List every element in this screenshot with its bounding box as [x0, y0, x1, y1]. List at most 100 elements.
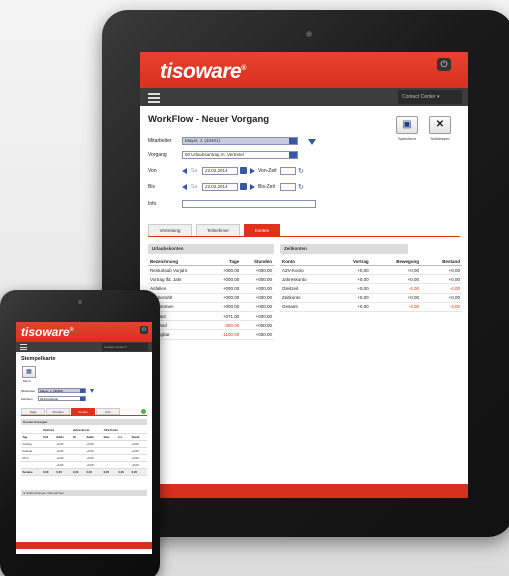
- vorgang-select[interactable]: 60 Urlaubsantrag m. Vertreter: [182, 151, 298, 159]
- column-header: Ist: [71, 433, 85, 441]
- chevron-down-icon: [289, 138, 297, 144]
- zeitraum-select[interactable]: 2014 Februar: [38, 396, 86, 401]
- bis-zeit-input[interactable]: [280, 183, 296, 191]
- table-row: Verfügbar-1100.00+000.00: [148, 329, 274, 340]
- hamburger-menu-icon[interactable]: [148, 93, 160, 103]
- table-row: Zeitkonto +0,00 +0,00 +0,00: [280, 293, 462, 303]
- tisoware-logo: tisoware®: [21, 325, 74, 339]
- tab-konten[interactable]: Konten: [244, 224, 280, 236]
- urlaubskonten-table: Bezeichnung Tage Stunden Resturlaub Vorj…: [148, 258, 274, 340]
- chevron-down-icon: [80, 397, 85, 401]
- tablet-camera: [306, 31, 312, 37]
- bis-date-input[interactable]: 22.02.2014: [202, 183, 238, 191]
- calendar-icon[interactable]: [240, 167, 247, 174]
- column-header: Saldo: [54, 433, 72, 441]
- app-footer: [140, 484, 468, 498]
- clock-icon[interactable]: ↻: [298, 167, 304, 175]
- menu-button[interactable]: ▦: [22, 366, 36, 378]
- column-header: Tag: [21, 433, 42, 441]
- tab-antraege[interactable]: Antr.: [96, 408, 120, 415]
- calendar-icon[interactable]: [240, 183, 247, 190]
- table-row: Mo 1 +0,00 +0,00 +0,00: [21, 454, 147, 462]
- previous-day-icon[interactable]: [182, 168, 187, 174]
- user-menu[interactable]: Contact Center ▾: [102, 343, 148, 351]
- tab-underline: [148, 236, 460, 237]
- table-row: Gleitzeit +0,00 -4,00 -4,00: [280, 283, 462, 294]
- user-menu[interactable]: Contact Center ▾: [398, 90, 462, 104]
- mitarbeiter-select[interactable]: Mayer, J. (40401): [38, 388, 86, 393]
- phone-camera: [78, 300, 82, 304]
- page-title: Stempelkarte: [21, 356, 56, 362]
- column-header: Stunden: [241, 258, 274, 266]
- info-input[interactable]: [182, 200, 316, 208]
- tablet-screen: tisoware® ⏻ Contact Center ▾ WorkFlow - …: [140, 52, 468, 498]
- zeitbuchungen-section[interactable]: ⊕ Zeitbuchungen übernehmen: [21, 490, 147, 496]
- tisoware-logo: tisoware®: [160, 60, 246, 83]
- tab-vertretung[interactable]: Vertretung: [148, 224, 192, 236]
- floppy-disk-icon: ▣: [402, 119, 412, 130]
- column-header: Soll: [41, 433, 55, 441]
- bis-weekday: Sa: [191, 184, 198, 190]
- total-row: Summe 0,00 0,00 0,00 0,00 0,00 0,00 0,00: [21, 468, 147, 476]
- table-row: Jahreskonto +0,00 +0,00 +0,00: [280, 274, 462, 285]
- table-row: Anfallen +000.00 +000.00: [148, 283, 274, 294]
- phone-konten-table: Gleitzeit Jahreskonto AZV-Konto Tag Soll…: [21, 427, 147, 476]
- mitarbeiter-select[interactable]: Mayer, J. (40401): [182, 137, 298, 145]
- von-zeit-label: Von-Zeit: [258, 168, 277, 174]
- column-header: Bewegung: [370, 258, 422, 266]
- bis-label: Bis: [148, 184, 155, 190]
- tab-teilnehmer[interactable]: Teilnehmer: [196, 224, 240, 236]
- column-header: Saldo: [84, 433, 103, 441]
- column-header: Ist: [116, 433, 131, 441]
- grid-icon: ▦: [26, 369, 32, 375]
- clock-icon[interactable]: ↻: [298, 183, 304, 191]
- column-header: Stand: [130, 433, 147, 441]
- save-button-label: Speichern: [397, 136, 416, 141]
- column-header: Bezeichnung: [148, 258, 210, 266]
- column-header: Vortrag: [333, 258, 371, 266]
- table-row: Vortrag +0,00 +0,00 +0,00: [21, 440, 147, 448]
- table-row: Geplant+071.00+000.00: [148, 311, 274, 322]
- app-footer: [16, 542, 152, 549]
- mitarbeiter-label: Mitarbeiter: [148, 138, 172, 144]
- page-title: WorkFlow - Neuer Vorgang: [148, 114, 270, 125]
- tab-konten[interactable]: Konten: [71, 408, 95, 415]
- previous-day-icon[interactable]: [182, 184, 187, 190]
- von-weekday: Sa: [191, 168, 198, 174]
- chevron-down-icon: [80, 389, 85, 393]
- urlaubskonten-header: Urlaubskonten: [148, 244, 274, 254]
- von-zeit-input[interactable]: [280, 167, 296, 175]
- close-button-label: Schliessen: [430, 136, 450, 141]
- filter-icon[interactable]: [308, 139, 316, 145]
- column-header: Konto: [280, 258, 334, 266]
- close-icon: ✕: [435, 119, 445, 130]
- next-day-icon[interactable]: [250, 184, 255, 190]
- status-dot-icon: [141, 409, 146, 414]
- chevron-down-icon: [289, 152, 297, 158]
- zeitkonten-header: Zeitkonten: [280, 244, 408, 254]
- hamburger-menu-icon[interactable]: [20, 344, 27, 350]
- bis-zeit-label: Bis-Zeit: [258, 184, 275, 190]
- table-row: Genommen +000.00 +000.00: [148, 302, 274, 312]
- konten-section-header: Konten Anzeigen: [21, 419, 147, 425]
- tab-tage[interactable]: Tage: [21, 408, 45, 415]
- close-button[interactable]: ✕: [429, 116, 451, 134]
- filter-icon[interactable]: [90, 389, 94, 393]
- table-row: Februar +0,00 +0,00 +0,00: [21, 447, 147, 455]
- column-header: Bew.: [102, 433, 117, 441]
- tab-underline: [21, 415, 147, 416]
- menu-button-label: Menü: [23, 379, 31, 383]
- table-row: Vortrag lfd. Jahr +000.00 +000.00: [148, 274, 274, 285]
- info-label: Info: [148, 201, 157, 207]
- power-icon[interactable]: ⏻: [437, 58, 451, 71]
- von-date-input[interactable]: 22.02.2014: [202, 167, 238, 175]
- table-row: +0,00 +0,00 +0,00: [21, 461, 147, 469]
- save-button[interactable]: ▣: [396, 116, 418, 134]
- next-day-icon[interactable]: [250, 168, 255, 174]
- tab-stunden[interactable]: Stunden: [46, 408, 70, 415]
- table-row: Restand-350.00+000.00: [148, 320, 274, 331]
- power-icon[interactable]: ⏻: [140, 326, 148, 334]
- mitarbeiter-label: Mitarbeiter: [21, 389, 36, 393]
- table-row: Resturlaub Vorjahr +000.00 +000.00: [148, 265, 274, 276]
- phone-screen: tisoware® ⏻ Contact Center ▾ Stempelkart…: [16, 322, 152, 554]
